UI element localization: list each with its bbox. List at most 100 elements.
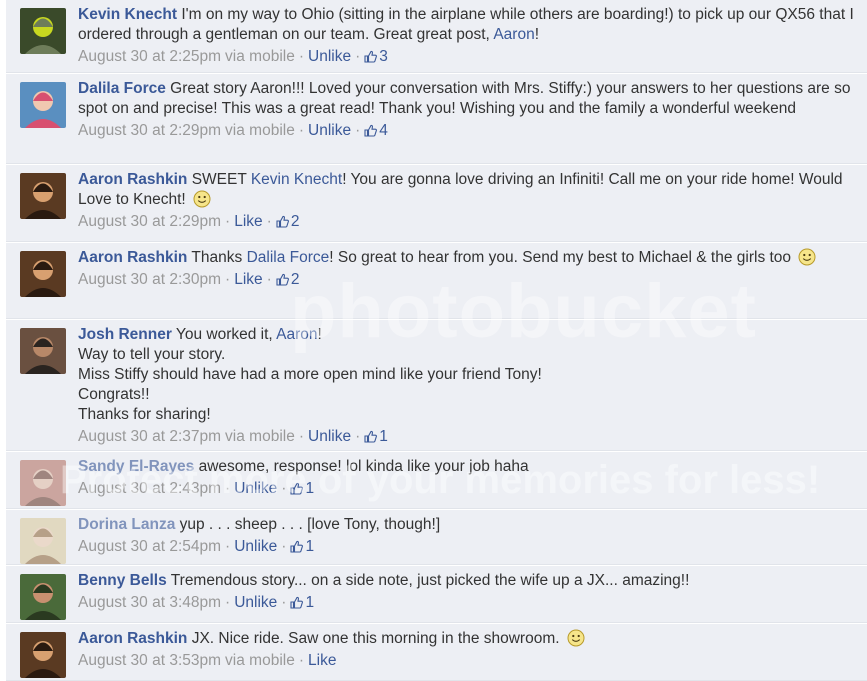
comment-text: Josh Renner You worked it, Aaron! Way to…: [78, 325, 857, 425]
unlike-link[interactable]: Unlike: [308, 122, 351, 139]
via-mobile-label: via mobile: [225, 428, 295, 445]
comment-author[interactable]: Aaron Rashkin: [78, 630, 187, 647]
comment-timestamp[interactable]: August 30 at 2:29pm: [78, 213, 221, 230]
like-count[interactable]: 1: [364, 428, 388, 445]
separator-dot: ·: [281, 538, 287, 555]
comment-timestamp[interactable]: August 30 at 3:48pm: [78, 594, 221, 611]
comment-author[interactable]: Dorina Lanza: [78, 516, 175, 533]
comment-meta: August 30 at 2:29pm · Like · 2: [78, 212, 857, 232]
comment-text: Dorina Lanza yup . . . sheep . . . [love…: [78, 515, 857, 535]
thumbs-up-icon: [364, 428, 378, 445]
comment-row: Sandy El-Rayes awesome, response! lol ki…: [6, 452, 867, 509]
avatar[interactable]: [20, 632, 66, 678]
avatar[interactable]: [20, 460, 66, 506]
comment-timestamp[interactable]: August 30 at 2:25pm: [78, 48, 221, 65]
mention-link[interactable]: Aaron: [493, 26, 534, 43]
comment-timestamp[interactable]: August 30 at 3:53pm: [78, 652, 221, 669]
mention-link[interactable]: Kevin Knecht: [251, 171, 342, 188]
comment-text: Benny Bells Tremendous story... on a sid…: [78, 571, 857, 591]
comment-content: Dorina Lanza yup . . . sheep . . . [love…: [78, 515, 857, 557]
comment-timestamp[interactable]: August 30 at 2:54pm: [78, 538, 221, 555]
comment-author[interactable]: Aaron Rashkin: [78, 171, 187, 188]
like-link[interactable]: Like: [234, 271, 262, 288]
unlike-link[interactable]: Unlike: [308, 428, 351, 445]
like-count[interactable]: 3: [364, 48, 388, 65]
separator-dot: ·: [225, 594, 231, 611]
comment-author[interactable]: Kevin Knecht: [78, 6, 177, 23]
comment-meta: August 30 at 2:25pm via mobile · Unlike · 3: [78, 47, 857, 67]
separator-dot: ·: [355, 48, 361, 65]
avatar[interactable]: [20, 173, 66, 219]
separator-dot: ·: [298, 48, 304, 65]
separator-dot: ·: [298, 428, 304, 445]
avatar[interactable]: [20, 328, 66, 374]
avatar[interactable]: [20, 574, 66, 620]
unlike-link[interactable]: Unlike: [234, 480, 277, 497]
like-count-value: 2: [290, 213, 300, 230]
separator-dot: ·: [266, 271, 272, 288]
thumbs-up-icon: [364, 122, 378, 139]
thumbs-up-icon: [276, 213, 289, 230]
comment-list: Kevin Knecht I'm on my way to Ohio (sitt…: [0, 0, 867, 681]
comment-body: yup . . . sheep . . . [love Tony, though…: [175, 516, 441, 533]
comment-author[interactable]: Benny Bells: [78, 572, 167, 589]
comment-timestamp[interactable]: August 30 at 2:30pm: [78, 271, 221, 288]
like-count[interactable]: 1: [290, 538, 314, 555]
like-link[interactable]: Like: [308, 652, 336, 669]
comment-author[interactable]: Dalila Force: [78, 80, 166, 97]
like-link[interactable]: Like: [234, 213, 262, 230]
via-mobile-label: via mobile: [225, 122, 295, 139]
separator-dot: ·: [225, 480, 231, 497]
comment-content: Kevin Knecht I'm on my way to Ohio (sitt…: [78, 5, 857, 67]
unlike-link[interactable]: Unlike: [308, 48, 351, 65]
mention-link[interactable]: Dalila Force: [247, 249, 330, 266]
thumbs-up-icon: [276, 271, 289, 288]
unlike-link[interactable]: Unlike: [234, 538, 277, 555]
comment-content: Aaron Rashkin JX. Nice ride. Saw one thi…: [78, 629, 857, 671]
comment-timestamp[interactable]: August 30 at 2:37pm: [78, 428, 221, 445]
like-count[interactable]: 1: [290, 480, 314, 497]
comment-author[interactable]: Sandy El-Rayes: [78, 458, 194, 475]
comment-body: ! So great to hear from you. Send my bes…: [329, 249, 796, 266]
comment-meta: August 30 at 2:29pm via mobile · Unlike · 4: [78, 121, 857, 141]
via-mobile-label: via mobile: [225, 48, 295, 65]
comment-meta: August 30 at 2:54pm · Unlike · 1: [78, 537, 857, 557]
avatar[interactable]: [20, 8, 66, 54]
thumbs-up-icon: [290, 594, 304, 611]
comment-meta: August 30 at 2:43pm · Unlike · 1: [78, 479, 857, 499]
avatar[interactable]: [20, 251, 66, 297]
comment-body: SWEET: [187, 171, 251, 188]
like-count[interactable]: 4: [364, 122, 388, 139]
separator-dot: ·: [298, 652, 304, 669]
like-count-value: 1: [379, 428, 388, 445]
comment-author[interactable]: Aaron Rashkin: [78, 249, 187, 266]
separator-dot: ·: [281, 594, 287, 611]
comment-row: Aaron Rashkin SWEET Kevin Knecht! You ar…: [6, 165, 867, 242]
like-count[interactable]: 2: [276, 271, 299, 288]
separator-dot: ·: [355, 428, 361, 445]
smiley-icon: [564, 629, 585, 647]
separator-dot: ·: [225, 538, 231, 555]
like-count[interactable]: 2: [276, 213, 300, 230]
comment-timestamp[interactable]: August 30 at 2:29pm: [78, 122, 221, 139]
comment-body: Great story Aaron!!! Loved your conversa…: [78, 80, 851, 117]
like-count-value: 4: [379, 122, 388, 139]
mention-link[interactable]: Aaron: [276, 326, 317, 343]
avatar[interactable]: [20, 518, 66, 564]
smiley-icon: [190, 190, 211, 208]
comment-row: Dorina Lanza yup . . . sheep . . . [love…: [6, 510, 867, 565]
comment-row: Aaron Rashkin Thanks Dalila Force! So gr…: [6, 243, 867, 319]
unlike-link[interactable]: Unlike: [234, 594, 277, 611]
comment-content: Sandy El-Rayes awesome, response! lol ki…: [78, 457, 857, 499]
comment-text: Dalila Force Great story Aaron!!! Loved …: [78, 79, 857, 119]
comment-author[interactable]: Josh Renner: [78, 326, 172, 343]
separator-dot: ·: [225, 213, 231, 230]
comment-body: JX. Nice ride. Saw one this morning in t…: [187, 630, 564, 647]
comment-content: Benny Bells Tremendous story... on a sid…: [78, 571, 857, 613]
avatar[interactable]: [20, 82, 66, 128]
comment-content: Aaron Rashkin SWEET Kevin Knecht! You ar…: [78, 170, 857, 232]
separator-dot: ·: [281, 480, 287, 497]
like-count[interactable]: 1: [290, 594, 314, 611]
comment-text: Sandy El-Rayes awesome, response! lol ki…: [78, 457, 857, 477]
comment-timestamp[interactable]: August 30 at 2:43pm: [78, 480, 221, 497]
